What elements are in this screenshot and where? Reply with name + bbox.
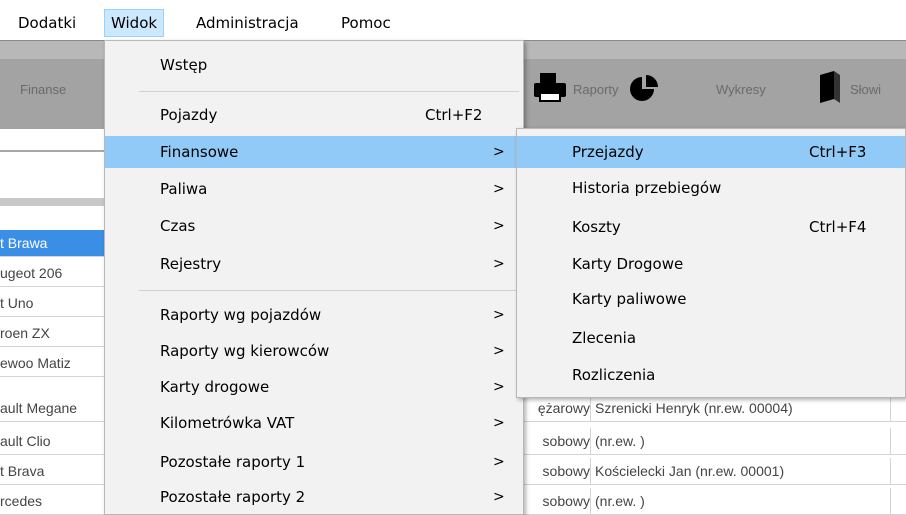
toolbar-slowniki[interactable]: Słowi [850, 82, 881, 97]
toolbar-wykresy[interactable]: Wykresy [716, 82, 766, 97]
chevron-right-icon: > [493, 415, 505, 431]
menu-item-wstep[interactable]: Wstęp [105, 49, 523, 81]
chevron-right-icon: > [493, 489, 505, 505]
submenu-item-zlecenia[interactable]: Zlecenia [517, 322, 905, 354]
menu-item-raporty-kierowcy[interactable]: Raporty wg kierowców > [105, 335, 523, 367]
finansowe-submenu: Przejazdy Ctrl+F3 Historia przebiegów Ko… [516, 128, 906, 398]
grid-header [0, 198, 110, 206]
chevron-right-icon: > [493, 144, 505, 160]
driver-cell: (nr.ew. ) [595, 428, 891, 454]
type-cell: sobowy [520, 428, 591, 454]
submenu-item-karty-paliwowe[interactable]: Karty paliwowe [517, 283, 905, 315]
chevron-right-icon: > [493, 218, 505, 234]
type-cell: sobowy [520, 488, 591, 514]
vehicle-cell: t Uno [0, 290, 111, 316]
vehicle-cell: ewoo Matiz [0, 350, 111, 376]
menu-item-rejestry[interactable]: Rejestry > [105, 248, 523, 280]
menu-administracja[interactable]: Administracja [190, 10, 305, 36]
printer-icon[interactable] [532, 71, 568, 110]
menu-separator [139, 91, 519, 92]
widok-menu: Wstęp Pojazdy Ctrl+F2 Finansowe > Paliwa… [104, 40, 524, 515]
menu-widok[interactable]: Widok [104, 9, 165, 37]
vehicle-cell: ault Clio [0, 428, 111, 454]
vehicle-cell: t Brava [0, 458, 111, 484]
toolbar-raporty[interactable]: Raporty [573, 82, 619, 97]
menu-item-paliwa[interactable]: Paliwa > [105, 173, 523, 205]
menu-item-raporty-pojazdy[interactable]: Raporty wg pojazdów > [105, 299, 523, 331]
driver-cell: Kościelecki Jan (nr.ew. 00001) [595, 458, 891, 484]
menu-separator [139, 290, 519, 291]
submenu-item-rozliczenia[interactable]: Rozliczenia [517, 359, 905, 391]
vehicle-cell: roen ZX [0, 320, 111, 346]
toolbar-finanse[interactable]: Finanse [20, 82, 66, 97]
left-divider [0, 150, 110, 152]
chevron-right-icon: > [493, 454, 505, 470]
submenu-item-historia[interactable]: Historia przebiegów [517, 172, 905, 204]
menu-item-czas[interactable]: Czas > [105, 210, 523, 242]
menu-bar: Dodatki Widok Administracja Pomoc [0, 0, 906, 40]
driver-cell: Szrenicki Henryk (nr.ew. 00004) [595, 395, 891, 421]
menu-item-pozostale-1[interactable]: Pozostałe raporty 1 > [105, 446, 523, 478]
submenu-item-przejazdy[interactable]: Przejazdy Ctrl+F3 [517, 136, 905, 168]
chevron-right-icon: > [493, 256, 505, 272]
driver-cell: (nr.ew. ) [595, 488, 891, 514]
book-icon[interactable] [818, 71, 842, 112]
type-cell: ężarowy [520, 395, 591, 421]
menu-item-kilometrowka[interactable]: Kilometrówka VAT > [105, 407, 523, 439]
chevron-right-icon: > [493, 181, 505, 197]
menu-item-karty-drogowe[interactable]: Karty drogowe > [105, 371, 523, 403]
menu-pomoc[interactable]: Pomoc [335, 10, 397, 36]
chevron-right-icon: > [493, 379, 505, 395]
menu-item-pozostale-2[interactable]: Pozostałe raporty 2 > [105, 481, 523, 513]
vehicle-cell: ault Megane [0, 395, 111, 421]
vehicle-cell: rcedes [0, 488, 111, 514]
chevron-right-icon: > [493, 343, 505, 359]
submenu-item-karty-drogowe[interactable]: Karty Drogowe [517, 248, 905, 280]
menu-dodatki[interactable]: Dodatki [12, 10, 82, 36]
vehicle-cell: t Brawa [0, 230, 111, 256]
type-cell: sobowy [520, 458, 591, 484]
menu-item-pojazdy[interactable]: Pojazdy Ctrl+F2 [105, 99, 523, 131]
chevron-right-icon: > [493, 307, 505, 323]
vehicle-cell: ugeot 206 [0, 260, 111, 286]
pie-chart-icon[interactable] [628, 73, 662, 110]
submenu-item-koszty[interactable]: Koszty Ctrl+F4 [517, 211, 905, 243]
menu-item-finansowe[interactable]: Finansowe > [105, 136, 523, 168]
